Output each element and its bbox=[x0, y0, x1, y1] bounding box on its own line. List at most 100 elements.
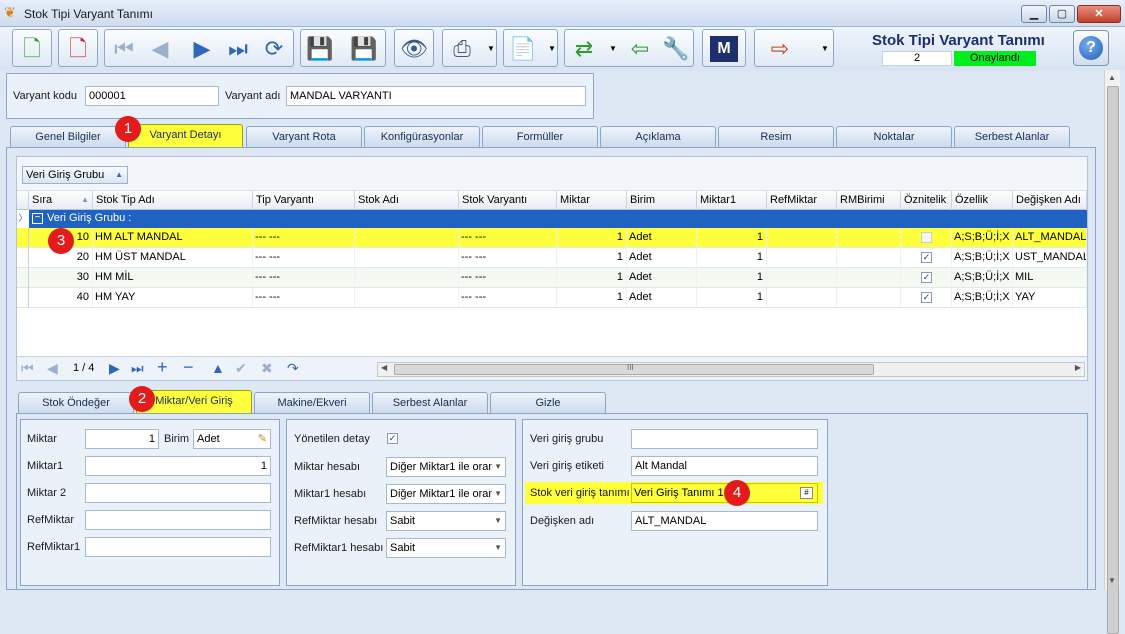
variant-code-input[interactable]: 000001 bbox=[85, 86, 219, 106]
column-header-ozellik[interactable]: Özellik bbox=[952, 191, 1013, 210]
column-header-tip-varyanti[interactable]: Tip Varyantı bbox=[253, 191, 355, 210]
nav-refresh-icon[interactable]: ↷ bbox=[287, 360, 299, 376]
m-button[interactable]: M bbox=[702, 29, 746, 67]
scroll-up-icon[interactable]: ▲ bbox=[1108, 73, 1116, 82]
save-close-icon[interactable]: 💾 bbox=[347, 32, 381, 66]
tab-aciklama[interactable]: Açıklama bbox=[600, 126, 716, 147]
scroll-thumb[interactable] bbox=[1107, 86, 1119, 634]
grid-header: Sıra ▲ Stok Tip Adı Tip Varyantı Stok Adı… bbox=[17, 191, 1087, 210]
export-pdf-button[interactable]: 📄 ▼ bbox=[503, 29, 558, 67]
table-row[interactable]: 30 HM MİL --- --- --- --- 1 Adet 1 ✓ A;S… bbox=[17, 268, 1087, 288]
miktar1-input[interactable]: 1 bbox=[85, 456, 271, 476]
lookup-icon[interactable]: ✎ bbox=[258, 430, 267, 448]
tab-stok-ondeger[interactable]: Stok Öndeğer bbox=[18, 392, 134, 413]
oznitelik-checkbox[interactable] bbox=[921, 232, 932, 243]
next-record-icon[interactable]: ▶ bbox=[185, 32, 219, 66]
birim-value: Adet bbox=[197, 433, 220, 445]
refmiktar1-input[interactable] bbox=[85, 537, 271, 557]
column-header-miktar[interactable]: Miktar bbox=[557, 191, 627, 210]
nav-first-icon[interactable]: ⏮ bbox=[21, 360, 34, 376]
tab-serbest-alanlar[interactable]: Serbest Alanlar bbox=[954, 126, 1070, 147]
table-row[interactable]: 40 HM YAY --- --- --- --- 1 Adet 1 ✓ A;S… bbox=[17, 288, 1087, 308]
settings-icon[interactable]: 🔧 bbox=[659, 32, 693, 66]
oznitelik-checkbox[interactable]: ✓ bbox=[921, 292, 932, 303]
degisken-adi-input[interactable]: ALT_MANDAL bbox=[631, 511, 818, 531]
delete-button[interactable]: 🗋 bbox=[58, 29, 98, 67]
ellipsis-button[interactable]: # bbox=[800, 487, 813, 499]
horizontal-scroll-thumb[interactable]: III bbox=[394, 363, 874, 375]
minimize-button[interactable]: ▁ bbox=[1021, 5, 1047, 23]
column-header-oznitelik[interactable]: Öznitelik bbox=[901, 191, 952, 210]
oznitelik-checkbox[interactable]: ✓ bbox=[921, 272, 932, 283]
scroll-right-icon[interactable]: ▶ bbox=[1075, 363, 1081, 372]
group-row[interactable]: 〉 − Veri Giriş Grubu : bbox=[17, 210, 1087, 228]
save-icon[interactable]: 💾 bbox=[303, 32, 337, 66]
miktar-input[interactable]: 1 bbox=[85, 429, 159, 449]
new-button[interactable]: 🗋 bbox=[12, 29, 52, 67]
yonetilen-detay-checkbox[interactable]: ✓ bbox=[387, 433, 398, 444]
import-icon[interactable]: ⇦ bbox=[623, 32, 657, 66]
nav-next-icon[interactable]: ▶ bbox=[109, 360, 120, 376]
nav-remove-icon[interactable]: − bbox=[183, 358, 194, 376]
column-header-sira[interactable]: Sıra ▲ bbox=[29, 191, 93, 210]
refmiktar-hesabi-select[interactable]: Sabit ▼ bbox=[386, 511, 506, 531]
previous-record-icon[interactable]: ◀ bbox=[143, 32, 177, 66]
help-button[interactable]: ? bbox=[1073, 30, 1109, 66]
tab-resim[interactable]: Resim bbox=[718, 126, 834, 147]
scroll-down-icon[interactable]: ▼ bbox=[1108, 576, 1116, 585]
column-header-degisken-adi[interactable]: Değişken Adı bbox=[1013, 191, 1087, 210]
nav-last-icon[interactable]: ⏭ bbox=[131, 360, 144, 376]
tab-konfigurasyonlar[interactable]: Konfigürasyonlar bbox=[364, 126, 480, 147]
scroll-left-icon[interactable]: ◀ bbox=[381, 363, 387, 372]
tab-noktalar[interactable]: Noktalar bbox=[836, 126, 952, 147]
miktar2-input[interactable] bbox=[85, 483, 271, 503]
close-button[interactable]: ✕ bbox=[1077, 5, 1121, 23]
row-indicator bbox=[17, 268, 29, 288]
column-header-miktar1[interactable]: Miktar1 bbox=[697, 191, 767, 210]
nav-cancel-icon[interactable]: ✖ bbox=[261, 360, 273, 376]
nav-prev-icon[interactable]: ◀ bbox=[47, 360, 58, 376]
veri-giris-grubu-input[interactable] bbox=[631, 429, 818, 449]
column-header-stok-varyanti[interactable]: Stok Varyantı bbox=[459, 191, 557, 210]
column-header-birim[interactable]: Birim bbox=[627, 191, 697, 210]
column-header-stok-tip-adi[interactable]: Stok Tip Adı bbox=[93, 191, 253, 210]
cell-sira: 40 bbox=[29, 288, 93, 308]
column-header-rmbirimi[interactable]: RMBirimi bbox=[837, 191, 901, 210]
veri-giris-etiketi-input[interactable]: Alt Mandal bbox=[631, 456, 818, 476]
nav-add-icon[interactable]: + bbox=[157, 358, 168, 376]
table-row[interactable]: 20 HM ÜST MANDAL --- --- --- --- 1 Adet … bbox=[17, 248, 1087, 268]
birim-input[interactable]: Adet ✎ bbox=[193, 429, 271, 449]
miktar-hesabi-select[interactable]: Diğer Miktar1 ile oranı ▼ bbox=[386, 457, 506, 477]
miktar-hesabi-value: Diğer Miktar1 ile oranı bbox=[390, 461, 498, 473]
miktar1-hesabi-select[interactable]: Diğer Miktar1 ile oranı ▼ bbox=[386, 484, 506, 504]
tab-makine-ekveri[interactable]: Makine/Ekveri bbox=[254, 392, 370, 413]
tab-genel-bilgiler[interactable]: Genel Bilgiler bbox=[10, 126, 126, 147]
refmiktar1-hesabi-select[interactable]: Sabit ▼ bbox=[386, 538, 506, 558]
last-record-icon[interactable]: ⏭ bbox=[221, 32, 255, 66]
variant-name-input[interactable]: MANDAL VARYANTI bbox=[286, 86, 586, 106]
print-button[interactable]: ⎙ ▼ bbox=[442, 29, 497, 67]
table-row[interactable]: 10 HM ALT MANDAL --- --- --- --- 1 Adet … bbox=[17, 228, 1087, 248]
group-chip[interactable]: Veri Giriş Grubu ▲ bbox=[22, 166, 128, 184]
column-header-refmiktar[interactable]: RefMiktar bbox=[767, 191, 837, 210]
vertical-scrollbar[interactable]: ▲ ▼ bbox=[1104, 70, 1120, 634]
refresh-icon[interactable]: ⟳ bbox=[257, 32, 291, 66]
refmiktar-input[interactable] bbox=[85, 510, 271, 530]
preview-button[interactable]: 👁 bbox=[394, 29, 434, 67]
tab-varyant-detayi[interactable]: Varyant Detayı bbox=[128, 124, 243, 147]
nav-up-icon[interactable]: ▲ bbox=[211, 360, 225, 376]
maximize-button[interactable]: ▢ bbox=[1049, 5, 1075, 23]
export-icon[interactable]: ⇄ bbox=[567, 32, 601, 66]
cell-miktar: 1 bbox=[557, 268, 627, 288]
column-header-stok-adi[interactable]: Stok Adı bbox=[355, 191, 459, 210]
tab-formuller[interactable]: Formüller bbox=[482, 126, 598, 147]
first-record-icon[interactable]: ⏮ bbox=[107, 32, 141, 66]
exit-button[interactable]: ⇨ ▼ bbox=[754, 29, 834, 67]
oznitelik-checkbox[interactable]: ✓ bbox=[921, 252, 932, 263]
tab-varyant-rota[interactable]: Varyant Rota bbox=[246, 126, 362, 147]
tab-gizle[interactable]: Gizle bbox=[490, 392, 606, 413]
collapse-icon[interactable]: − bbox=[32, 213, 43, 224]
tab-serbest-alanlar-sub[interactable]: Serbest Alanlar bbox=[372, 392, 488, 413]
horizontal-scrollbar[interactable]: ◀ III ▶ bbox=[377, 362, 1085, 377]
nav-confirm-icon[interactable]: ✔ bbox=[235, 360, 247, 376]
